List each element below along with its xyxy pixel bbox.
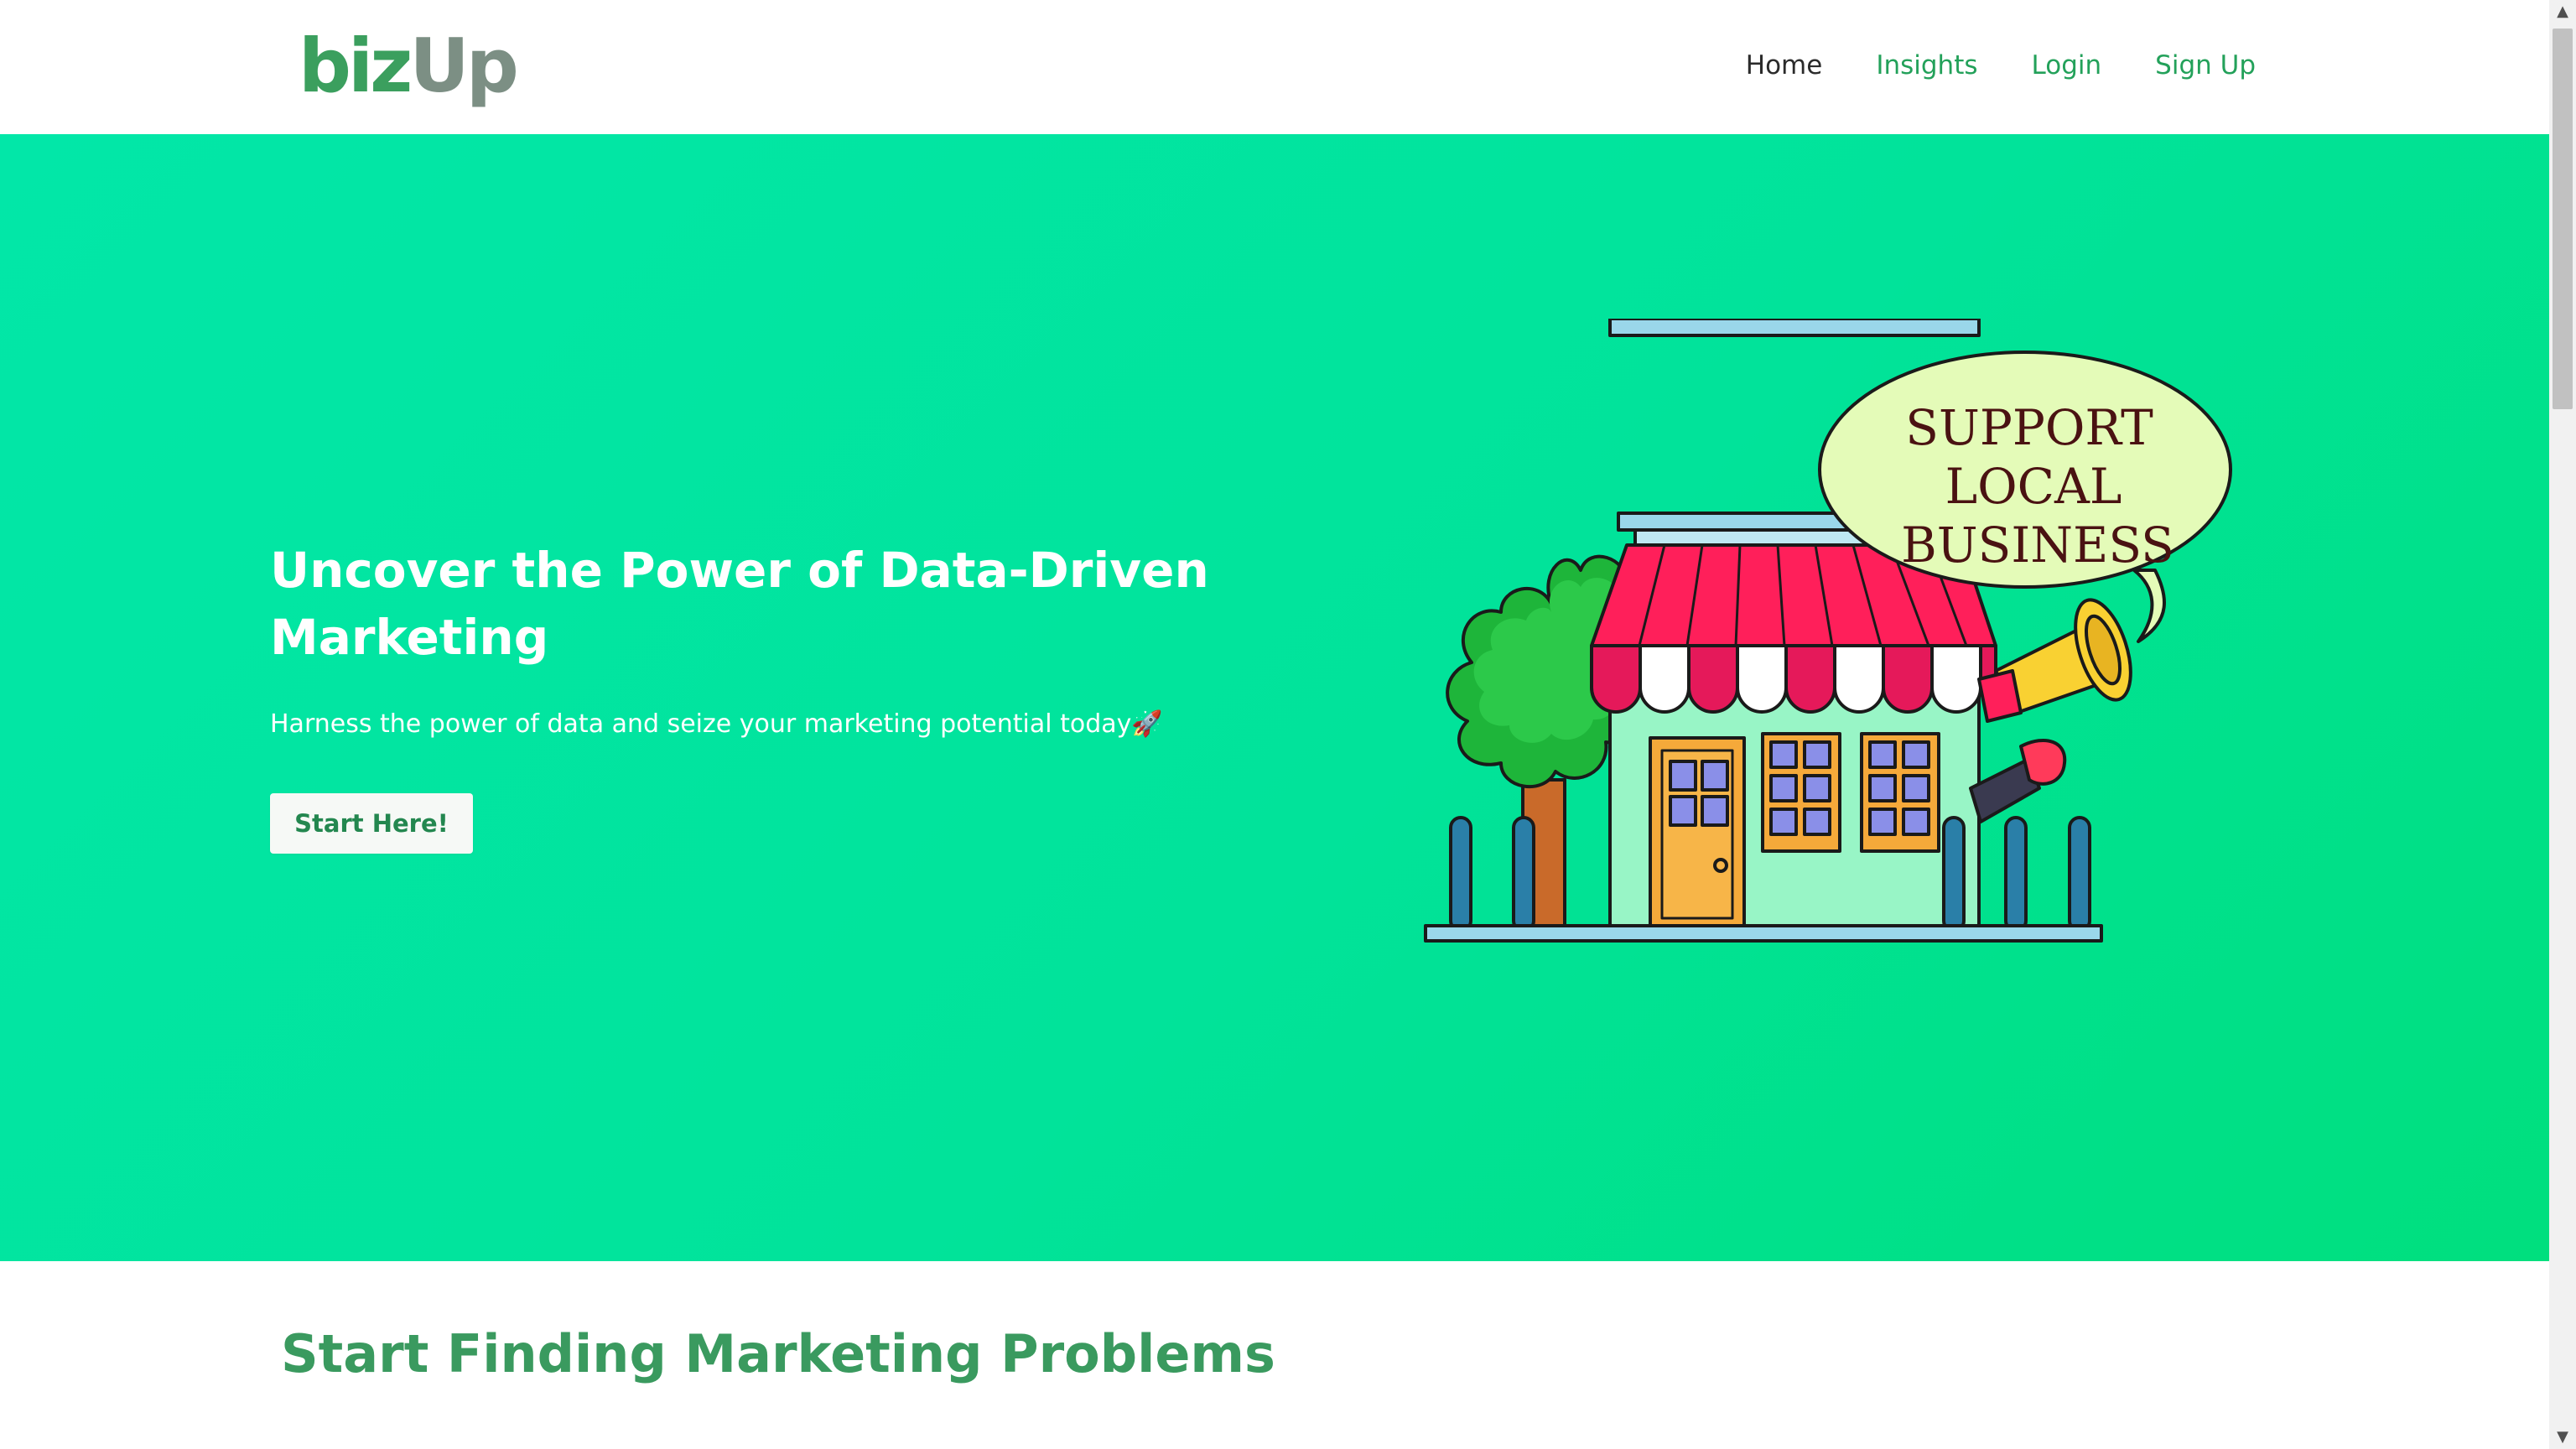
speech-line-business: BUSINESS [1901, 517, 2174, 574]
nav-login-link[interactable]: Login [2032, 42, 2102, 89]
scroll-up-arrow-icon[interactable]: ▲ [2549, 0, 2576, 23]
nav-signup-link[interactable]: Sign Up [2155, 42, 2256, 89]
scroll-down-arrow-icon[interactable]: ▼ [2549, 1426, 2576, 1449]
navbar: bizUp Home Insights Login Sign Up [0, 0, 2549, 136]
bizup-logo[interactable]: bizUp [299, 20, 519, 112]
hero-subtitle: Harness the power of data and seize your… [270, 709, 1163, 739]
vertical-scrollbar[interactable]: ▲ ▼ [2549, 0, 2576, 1449]
nav-insights-link[interactable]: Insights [1876, 42, 1977, 89]
section-heading: Start Finding Marketing Problems [281, 1323, 1275, 1384]
logo-up-text: Up [409, 23, 518, 109]
nav-home-link[interactable]: Home [1746, 42, 1823, 89]
hero-title: Uncover the Power of Data-Driven Marketi… [270, 542, 1209, 666]
scroll-thumb[interactable] [2553, 29, 2573, 409]
megaphone-icon [1969, 598, 2132, 823]
speech-line-local: LOCAL [1945, 458, 2122, 515]
speech-line-support: SUPPORT [1905, 399, 2153, 456]
storefront-megaphone-illustration: SUPPORT LOCAL BUSINESS [1424, 319, 2232, 943]
start-here-button[interactable]: Start Here! [270, 793, 473, 854]
hero-section: Uncover the Power of Data-Driven Marketi… [0, 134, 2549, 1261]
logo-biz-text: biz [299, 23, 413, 109]
nav-links: Home Insights Login Sign Up [1746, 42, 2256, 89]
